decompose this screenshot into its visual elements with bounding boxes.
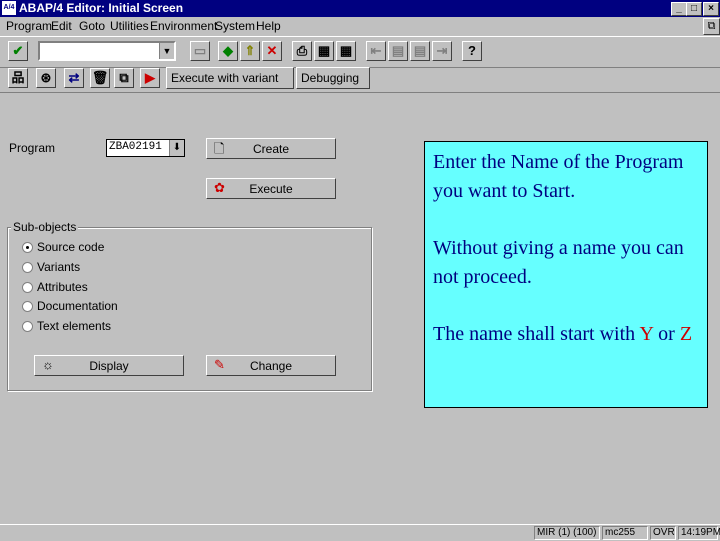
help-icon[interactable]: ?	[462, 41, 482, 61]
note-paragraph-1: Enter the Name of the Program you want t…	[433, 151, 684, 202]
restore-icon[interactable]: ⧉	[703, 18, 720, 35]
menu-system[interactable]: System	[215, 19, 255, 33]
next-page-icon[interactable]: ▤	[410, 41, 430, 61]
note-p3-or: or	[653, 323, 680, 345]
note-letter-y: Y	[639, 323, 654, 345]
menu-utilities[interactable]: Utilities	[110, 19, 149, 33]
status-system: MIR (1) (100)	[534, 526, 600, 540]
radio-source-code[interactable]	[22, 242, 33, 253]
radio-label-attributes: Attributes	[37, 280, 88, 294]
debugging-button[interactable]: Debugging	[296, 67, 370, 89]
radio-attributes[interactable]	[22, 282, 33, 293]
status-server: mc255	[602, 526, 648, 540]
create-label: Create	[252, 142, 290, 156]
note-paragraph-2: Without giving a name you can not procee…	[433, 237, 684, 288]
status-time: 14:19PM	[678, 526, 720, 540]
change-button[interactable]: ✎ Change	[206, 355, 336, 376]
f4-help-icon[interactable]: ⬇	[169, 140, 184, 156]
minimize-button[interactable]: _	[671, 2, 687, 16]
program-input[interactable]: ZBA02191 ⬇	[106, 139, 185, 157]
radio-text-elements[interactable]	[22, 321, 33, 332]
execute-button[interactable]: ✿ Execute	[206, 178, 336, 199]
menu-help[interactable]: Help	[256, 19, 281, 33]
program-value: ZBA02191	[109, 141, 162, 153]
menu-environment[interactable]: Environment	[150, 19, 217, 33]
execute-with-variant-button[interactable]: Execute with variant	[166, 67, 294, 89]
first-page-icon[interactable]: ⇤	[366, 41, 386, 61]
find-next-icon[interactable]: ▦	[336, 41, 356, 61]
radio-label-source-code: Source code	[37, 240, 105, 254]
find-icon[interactable]: ▦	[314, 41, 334, 61]
menu-goto[interactable]: Goto	[79, 19, 105, 33]
radio-documentation[interactable]	[22, 301, 33, 312]
radio-label-documentation: Documentation	[37, 299, 118, 313]
radio-label-text-elements: Text elements	[37, 319, 112, 333]
last-page-icon[interactable]: ⇥	[432, 41, 452, 61]
change-label: Change	[249, 359, 293, 373]
menu-bar: Program Edit Goto Utilities Environment …	[0, 17, 720, 35]
note-paragraph-3: The name shall start with Y or Z	[433, 320, 699, 349]
note-p3-prefix: The name shall start with	[433, 323, 640, 345]
note-letter-z: Z	[679, 323, 693, 345]
exit-icon[interactable]: ⇑	[240, 41, 260, 61]
app-icon[interactable]: A/4	[2, 1, 16, 15]
title-bar: A/4 ABAP/4 Editor: Initial Screen _ □ ×	[0, 0, 720, 17]
program-label: Program	[9, 141, 56, 155]
display-label: Display	[89, 359, 129, 373]
where-used-icon[interactable]: ⊛	[36, 68, 56, 88]
execute-label: Execute	[249, 182, 293, 196]
radio-label-variants: Variants	[37, 260, 81, 274]
print-icon[interactable]: ⎙	[292, 41, 312, 61]
status-mode[interactable]: OVR	[650, 526, 676, 540]
window-title: ABAP/4 Editor: Initial Screen	[19, 1, 184, 15]
instruction-note: Enter the Name of the Program you want t…	[424, 141, 708, 408]
menu-program[interactable]: Program	[6, 19, 52, 33]
radio-variants[interactable]	[22, 262, 33, 273]
delete-icon[interactable]: 🗑	[90, 68, 110, 88]
execute-icon[interactable]: ▶	[140, 68, 160, 88]
enter-icon[interactable]: ✔	[8, 41, 28, 61]
back-icon[interactable]: ◆	[218, 41, 238, 61]
close-button[interactable]: ×	[703, 2, 719, 16]
command-field[interactable]: ▼	[38, 41, 176, 61]
previous-page-icon[interactable]: ▤	[388, 41, 408, 61]
chevron-down-icon[interactable]: ▼	[159, 43, 174, 59]
cancel-icon[interactable]: ✕	[262, 41, 282, 61]
maximize-button[interactable]: □	[686, 2, 702, 16]
subobjects-title: Sub-objects	[11, 220, 79, 234]
other-object-icon[interactable]: 品	[8, 68, 28, 88]
check-icon[interactable]: ⇄	[64, 68, 84, 88]
status-bar: MIR (1) (100) mc255 OVR 14:19PM	[0, 524, 720, 541]
create-button[interactable]: 🗋 Create	[206, 138, 336, 159]
display-button[interactable]: ☼ Display	[34, 355, 184, 376]
save-icon[interactable]: ▭	[190, 41, 210, 61]
menu-edit[interactable]: Edit	[51, 19, 72, 33]
copy-icon[interactable]: ⧉	[114, 68, 134, 88]
